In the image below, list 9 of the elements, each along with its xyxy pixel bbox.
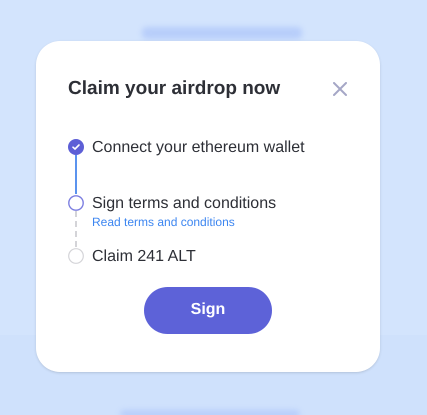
close-icon[interactable] xyxy=(333,82,347,96)
step-label: Sign terms and conditions xyxy=(92,194,276,214)
step-label: Connect your ethereum wallet xyxy=(92,138,305,158)
check-circle-icon xyxy=(68,138,84,154)
dialog-title: Claim your airdrop now xyxy=(68,77,280,101)
step-label: Claim 241 ALT xyxy=(92,246,196,266)
step-circle-icon xyxy=(68,194,84,210)
sign-button[interactable]: Sign xyxy=(144,286,272,334)
terms-link[interactable]: Read terms and conditions xyxy=(92,214,235,230)
